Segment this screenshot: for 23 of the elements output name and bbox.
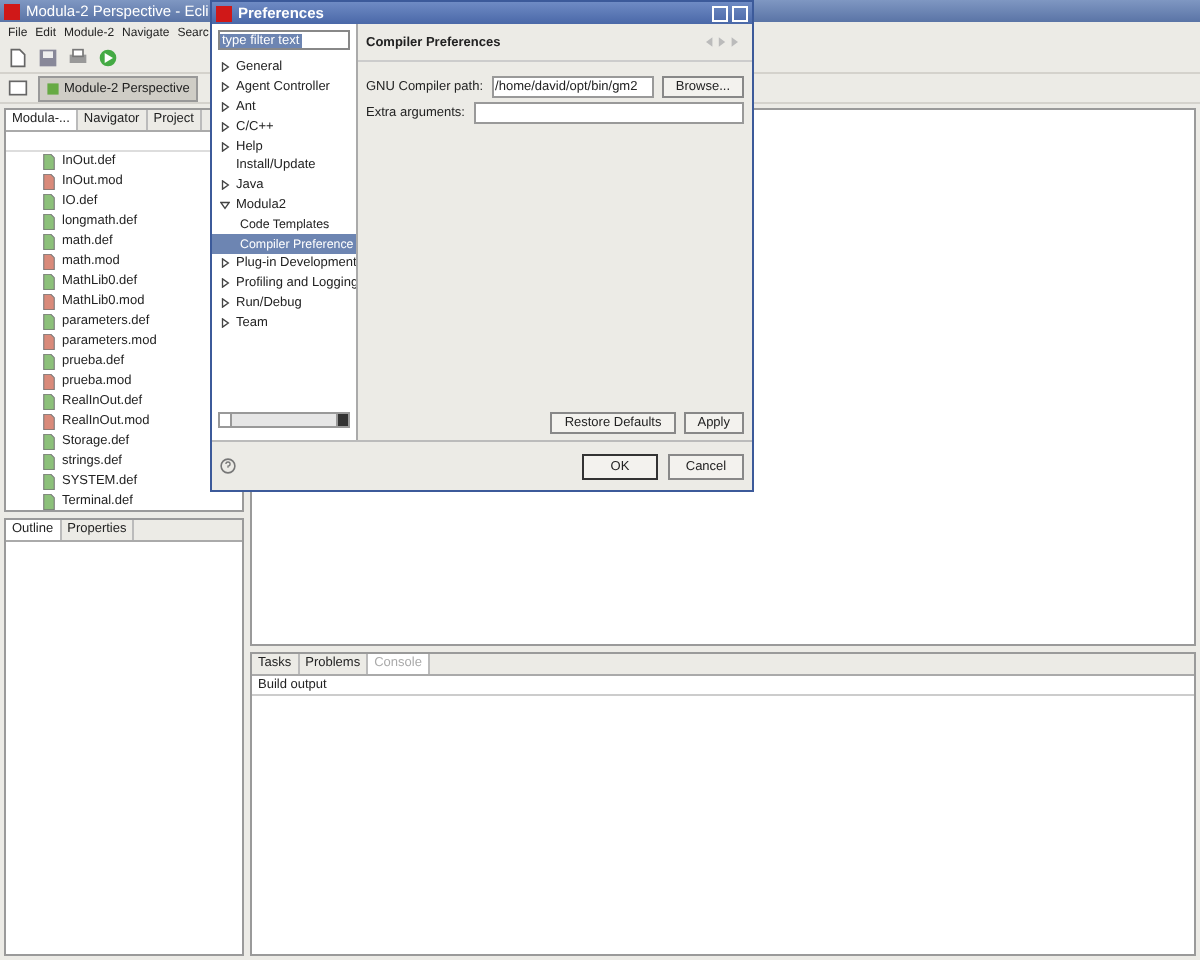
new-file-icon[interactable]: [8, 48, 28, 68]
horizontal-scrollbar[interactable]: [218, 412, 350, 428]
expand-arrow-icon[interactable]: [220, 258, 230, 269]
expand-arrow-icon[interactable]: [220, 317, 230, 328]
expand-arrow-icon[interactable]: [220, 199, 230, 210]
maximize-button[interactable]: [712, 5, 728, 21]
app-icon: [4, 3, 20, 19]
print-icon[interactable]: [68, 48, 88, 68]
open-perspective-icon[interactable]: [8, 78, 28, 98]
help-icon[interactable]: [220, 458, 236, 474]
expand-arrow-icon[interactable]: [220, 278, 230, 289]
expand-arrow-icon[interactable]: [220, 141, 230, 152]
expand-arrow-icon[interactable]: [220, 62, 230, 73]
expand-arrow-icon[interactable]: [220, 82, 230, 93]
expand-arrow-icon[interactable]: [220, 121, 230, 132]
text-field[interactable]: [473, 101, 744, 123]
app-icon: [216, 5, 232, 21]
save-icon[interactable]: [38, 48, 58, 68]
perspective-icon: [46, 81, 60, 95]
expand-arrow-icon[interactable]: [220, 297, 230, 308]
expand-arrow-icon[interactable]: [220, 180, 230, 191]
run-icon[interactable]: [98, 48, 118, 68]
expand-arrow-icon[interactable]: [220, 101, 230, 112]
